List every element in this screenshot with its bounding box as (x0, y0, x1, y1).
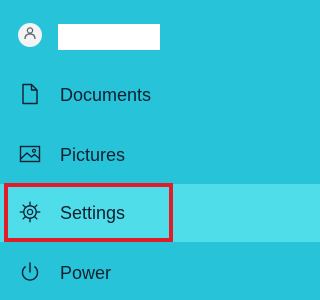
pictures-icon (18, 142, 42, 166)
user-account-row[interactable] (0, 16, 320, 52)
menu-item-label: Documents (60, 85, 152, 105)
menu-item-label: Pictures (60, 145, 126, 165)
menu-item-label: Power (60, 263, 112, 283)
menu-item-label: Settings (60, 203, 126, 223)
power-icon (18, 260, 42, 284)
gear-icon (18, 200, 42, 224)
start-menu-panel: Documents Pictures Settings Power (0, 0, 320, 300)
avatar[interactable] (18, 23, 42, 47)
user-name (58, 24, 160, 50)
menu-item-pictures[interactable]: Pictures (0, 126, 320, 184)
menu-item-power[interactable]: Power (0, 244, 320, 300)
person-icon (23, 26, 37, 45)
document-icon (18, 82, 42, 106)
menu-item-documents[interactable]: Documents (0, 66, 320, 124)
menu-item-settings[interactable]: Settings (0, 184, 320, 242)
